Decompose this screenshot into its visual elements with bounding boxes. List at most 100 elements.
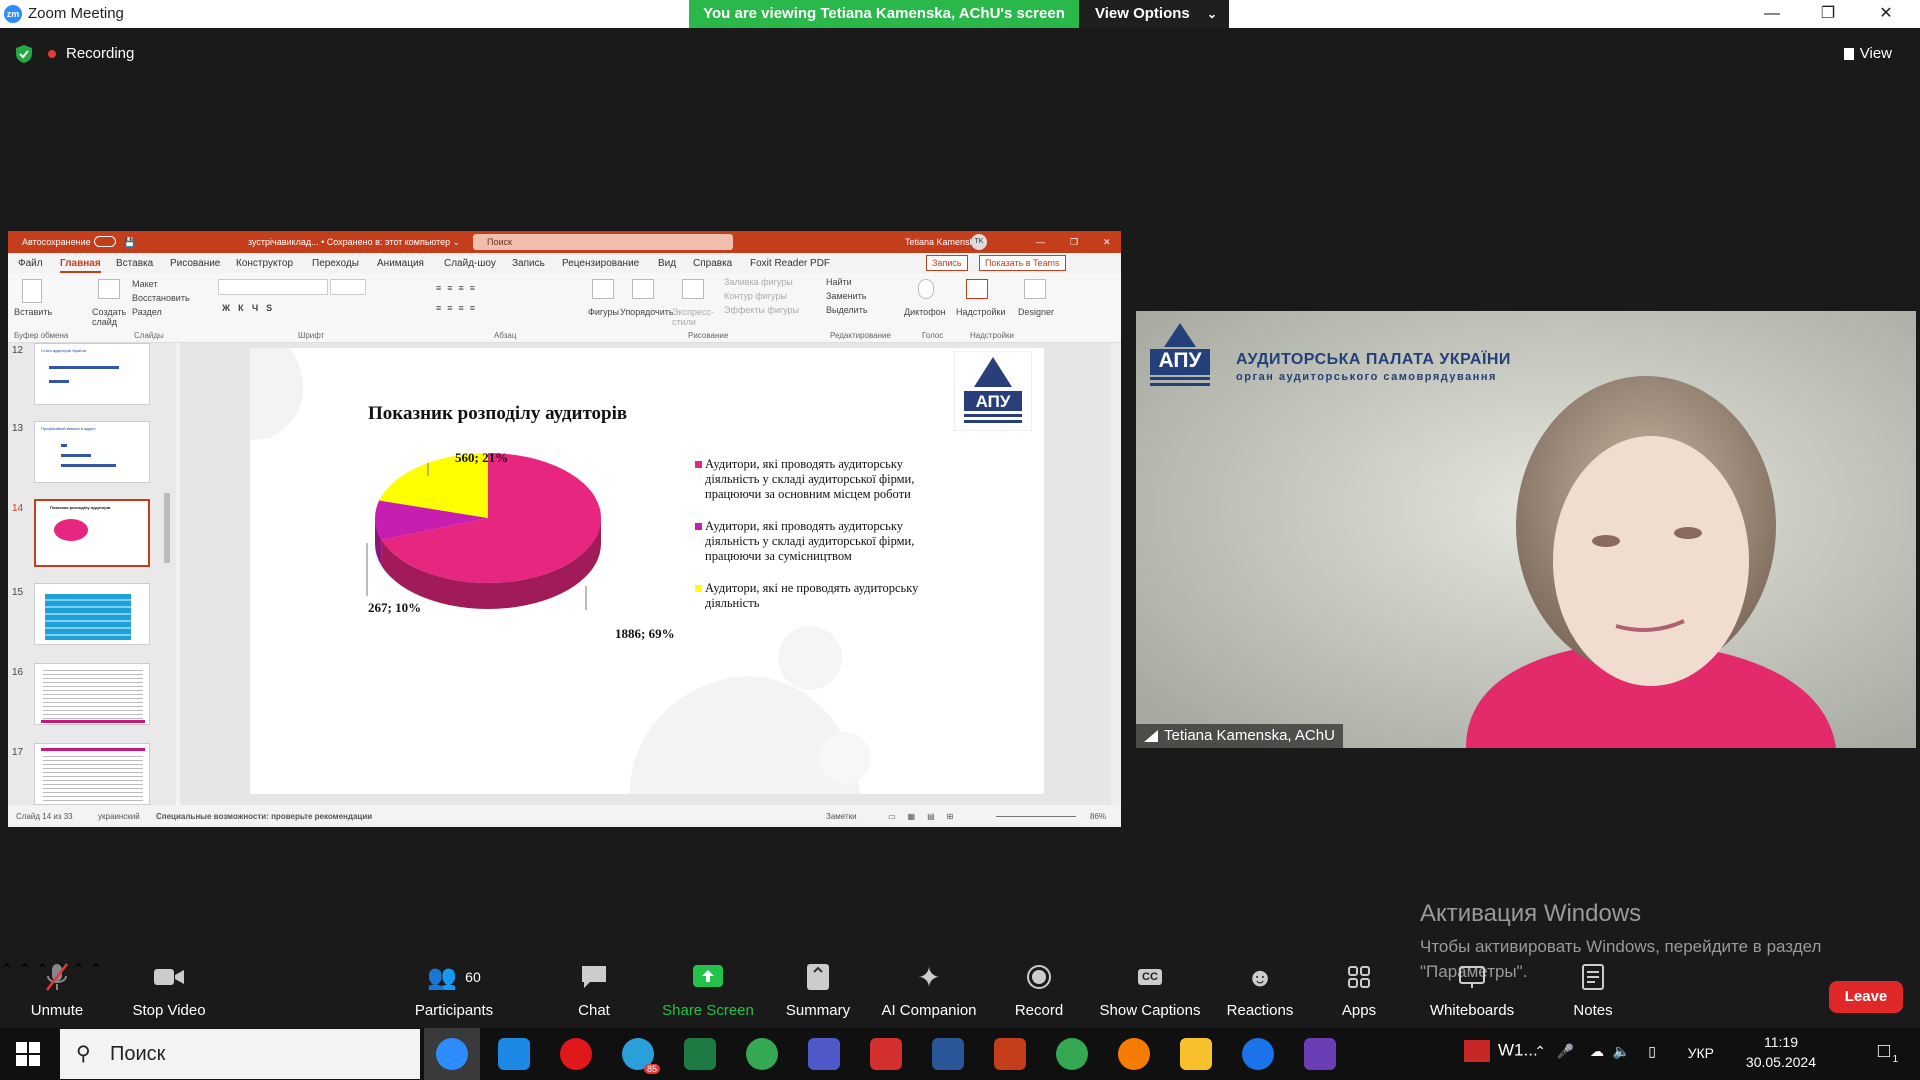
slide-scrollbar[interactable] [1111,343,1121,805]
status-notes[interactable]: Заметки [826,812,857,821]
paragraph-align-icons[interactable]: ≡≡≡≡ [436,303,481,313]
slide-thumbnail[interactable] [34,583,150,645]
menu-insert[interactable]: Вставка [116,258,153,269]
apps-button[interactable]: Apps [1336,960,1382,1028]
minimize-button[interactable]: — [1752,2,1792,26]
ppt-search-input[interactable]: Поиск [473,234,733,250]
input-language[interactable]: УКР [1688,1045,1714,1061]
menu-file[interactable]: Файл [18,258,43,269]
section-label[interactable]: Раздел [132,307,162,317]
acrobat-app-icon[interactable] [870,1038,902,1070]
ai-companion-button[interactable]: ✦ AI Companion [878,960,980,1028]
status-language[interactable]: украинский [98,812,140,821]
notes-button[interactable]: Notes [1568,960,1618,1028]
share-screen-button[interactable]: Share Screen [662,960,754,1028]
autosave-toggle[interactable] [94,236,116,247]
unmute-button[interactable]: Unmute [22,960,92,1028]
stop-video-button[interactable]: Stop Video [132,960,206,1028]
layout-label[interactable]: Макет [132,279,157,289]
windows-start-icon[interactable] [16,1042,40,1066]
summary-button[interactable]: Summary [782,960,854,1028]
arrange-icon[interactable] [632,279,654,299]
microphone-tray-icon[interactable]: 🎤 [1557,1043,1574,1060]
close-button[interactable]: ✕ [1866,2,1906,26]
shape-fill-label[interactable]: Заливка фигуры [724,277,793,287]
paste-icon[interactable] [22,279,42,303]
slide-thumbnail[interactable] [34,663,150,725]
view-mode-icons[interactable]: ▭▦▤⊞ [888,812,965,821]
slide-thumbnail[interactable]: Стать аудиторів України [34,343,150,405]
battery-icon[interactable]: ▯ [1648,1043,1656,1060]
volume-icon[interactable]: 🔈 [1613,1043,1630,1060]
excel-app-icon[interactable] [684,1038,716,1070]
menu-view[interactable]: Вид [658,258,676,269]
restore-label[interactable]: Восстановить [132,293,190,303]
font-size-select[interactable] [330,279,366,295]
select-label[interactable]: Выделить [826,305,868,315]
security-shield-icon[interactable] [14,44,34,64]
word-app-icon[interactable] [932,1038,964,1070]
ppt-filename[interactable]: зустрічавиклад... • Сохранено в: этот ко… [248,237,460,248]
view-button[interactable]: View [1843,42,1892,66]
font-name-select[interactable] [218,279,328,295]
shapes-icon[interactable] [592,279,614,299]
addins-icon[interactable] [966,279,988,299]
powerpoint-app-icon[interactable] [994,1038,1026,1070]
slide-thumbnail[interactable] [34,743,150,805]
ppt-close-icon[interactable]: ✕ [1103,237,1111,248]
tray-chevron-icon[interactable]: ⌃ [1534,1043,1546,1060]
whiteboards-button[interactable]: Whiteboards [1426,960,1518,1028]
participant-video[interactable]: АПУ АУДИТОРСЬКА ПАЛАТА УКРАЇНИ орган ауд… [1136,311,1916,748]
thumbnail-scrollbar[interactable] [164,493,170,563]
opera-browser-icon[interactable] [560,1038,592,1070]
menu-home[interactable]: Главная [60,258,101,273]
chrome-profile-2-icon[interactable] [1118,1038,1150,1070]
audio-options-caret-icon[interactable]: ⌃ [0,962,13,979]
shape-effects-label[interactable]: Эффекты фигуры [724,305,799,315]
teams-app-icon[interactable] [808,1038,840,1070]
menu-transitions[interactable]: Переходы [312,258,359,269]
taskbar-pinned-window[interactable]: W1... [1464,1040,1538,1062]
chrome-browser-icon[interactable] [746,1038,778,1070]
mail-app-icon[interactable] [498,1038,530,1070]
zoom-app-icon[interactable] [436,1038,468,1070]
menu-foxit[interactable]: Foxit Reader PDF [750,258,830,269]
participants-button[interactable]: 👥 60 Participants [412,960,496,1028]
chat-button[interactable]: Chat [572,960,616,1028]
file-explorer-icon[interactable] [1180,1038,1212,1070]
status-zoom[interactable]: 86% [1090,812,1106,821]
menu-record[interactable]: Запись [512,258,545,269]
snipping-tool-icon[interactable] [1304,1038,1336,1070]
show-captions-button[interactable]: CC Show Captions [1098,960,1202,1028]
menu-review[interactable]: Рецензирование [562,258,639,269]
save-icon[interactable]: 💾 [124,237,135,248]
network-icon[interactable]: ☁ [1590,1043,1604,1060]
find-label[interactable]: Найти [826,277,852,287]
new-slide-icon[interactable] [98,279,120,299]
ppt-restore-icon[interactable]: ❐ [1070,237,1078,248]
telegram-app-icon[interactable]: 85 [622,1038,660,1074]
leave-button[interactable]: Leave [1829,981,1903,1013]
shape-outline-label[interactable]: Контур фигуры [724,291,787,301]
notifications-icon[interactable]: □ [1878,1040,1890,1063]
recording-indicator[interactable]: Recording [48,42,134,66]
replace-label[interactable]: Заменить [826,291,866,301]
restore-button[interactable]: ❐ [1808,2,1848,26]
edge-browser-icon[interactable] [1242,1038,1274,1070]
menu-slideshow[interactable]: Слайд-шоу [444,258,496,269]
ppt-user-avatar[interactable]: TK [971,234,987,250]
slide-canvas[interactable]: АПУ Показник розподілу аудиторів 560; 21… [250,348,1044,794]
slide-thumbnail[interactable]: Професійний вимоги в аудиті [34,421,150,483]
taskbar-search-input[interactable]: ⚲ Поиск [60,1029,420,1079]
ppt-teams-button[interactable]: Показать в Teams [979,255,1066,271]
record-button[interactable]: Record [1010,960,1068,1028]
menu-draw[interactable]: Рисование [170,258,220,269]
menu-animation[interactable]: Анимация [377,258,424,269]
slide-thumbnail-active[interactable]: Показник розподілу аудиторів [34,499,150,567]
view-options-button[interactable]: View Options ⌄ [1079,0,1229,28]
clock-date[interactable]: 30.05.2024 [1746,1054,1816,1070]
clock-time[interactable]: 11:19 [1764,1034,1798,1050]
chrome-profile-icon[interactable] [1056,1038,1088,1070]
menu-design[interactable]: Конструктор [236,258,293,269]
font-format-icons[interactable]: ЖКЧS [222,303,280,313]
